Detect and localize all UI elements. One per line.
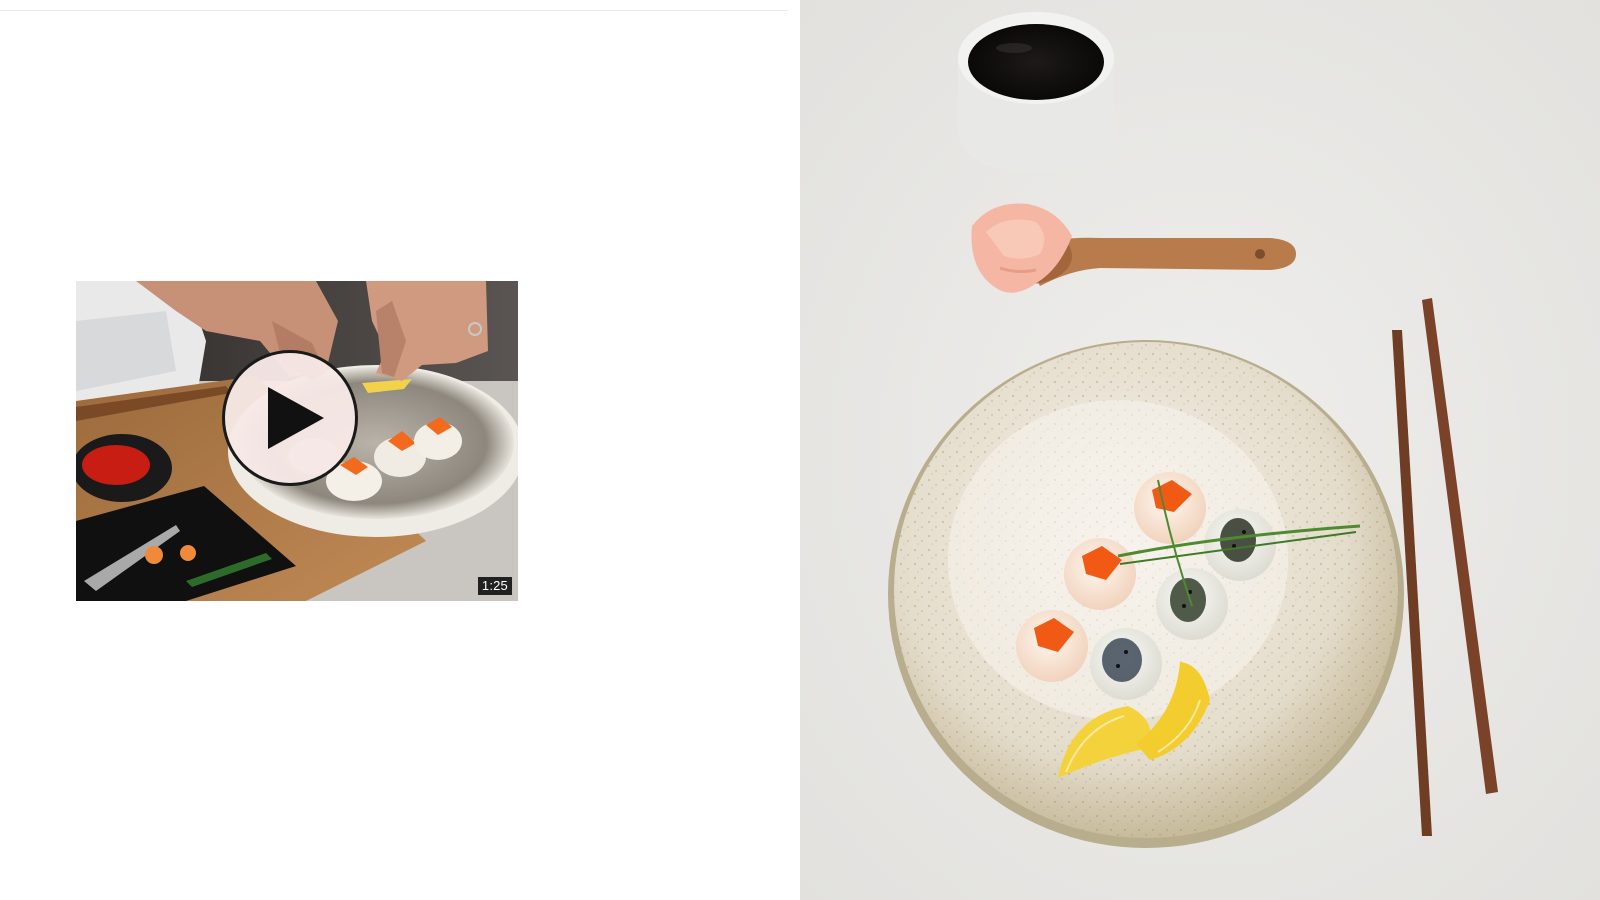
left-pane: 1:25 [0,0,800,900]
page: 1:25 [0,0,1600,900]
play-icon [268,387,324,449]
sushi-photo [800,0,1600,900]
play-button[interactable] [222,350,358,486]
divider [0,10,788,11]
video-thumbnail[interactable]: 1:25 [76,281,518,601]
video-duration-badge: 1:25 [477,577,512,595]
sushi-photo-image [800,0,1600,900]
